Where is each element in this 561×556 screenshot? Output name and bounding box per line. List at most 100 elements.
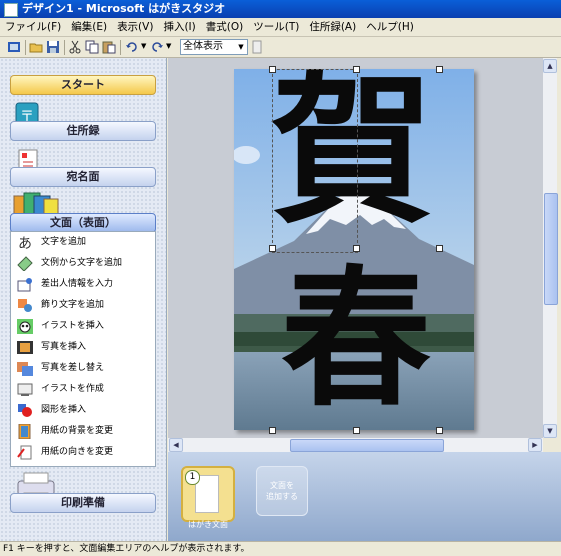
task-label: 用紙の背景を変更 [41,426,114,436]
task-insert-shape[interactable]: 図形を挿入 [11,400,155,421]
task-add-sample-text[interactable]: 文例から文字を追加 [11,253,155,274]
menu-tools[interactable]: ツール(T) [248,18,304,36]
vertical-scroll-thumb[interactable] [544,193,558,305]
task-label: 飾り文字を追加 [41,300,105,310]
resize-handle[interactable] [353,245,360,252]
add-page-button[interactable]: 文面を 追加する [256,466,308,516]
status-bar: F1 キーを押すと、文面編集エリアのヘルプが表示されます。 [0,541,561,556]
svg-text:あ: あ [18,236,32,250]
paste-icon[interactable] [102,40,116,54]
recipient-side-label: 宛名面 [66,170,100,183]
save-icon[interactable] [46,40,60,54]
add-page-label-1: 文面を [270,481,294,490]
text-sample-icon [17,256,33,271]
resize-handle[interactable] [353,427,360,434]
task-label: 差出人情報を入力 [41,279,114,289]
window-title: デザイン1 - Microsoft はがきスタジオ [22,2,226,15]
page-number-badge: 1 [185,470,200,485]
resize-handle[interactable] [269,245,276,252]
print-prep-button[interactable]: 印刷準備 [10,493,156,513]
page-thumbnail-strip: 1 はがき文面 文面を 追加する [168,452,561,541]
resize-handle[interactable] [269,66,276,73]
print-prep-label: 印刷準備 [61,496,105,509]
task-decorative-text[interactable]: 飾り文字を追加 [11,295,155,316]
resize-handle[interactable] [269,427,276,434]
new-document-icon[interactable] [7,40,21,54]
task-label: 文例から文字を追加 [41,258,123,268]
menu-file[interactable]: ファイル(F) [0,18,66,36]
panda-illustration-icon [17,319,33,334]
address-book-button[interactable]: 住所録 [10,121,156,141]
menu-view[interactable]: 表示(V) [112,18,158,36]
task-label: 文字を追加 [41,237,87,247]
menu-insert[interactable]: 挿入(I) [158,18,200,36]
page-view-icon[interactable] [250,40,264,54]
task-paper-background[interactable]: 用紙の背景を変更 [11,421,155,442]
open-folder-icon[interactable] [29,40,43,54]
decorative-text-icon [18,299,32,312]
address-book-label: 住所録 [66,124,100,137]
film-photo-icon [17,341,33,354]
menu-format[interactable]: 書式(O) [201,18,248,36]
add-page-label-2: 追加する [266,492,298,501]
scroll-right-icon[interactable]: ▶ [528,438,542,452]
resize-handle[interactable] [436,427,443,434]
chevron-down-icon[interactable]: ▼ [235,40,247,54]
recipient-side-button[interactable]: 宛名面 [10,167,156,187]
selection-box [272,69,358,253]
redo-icon[interactable] [150,40,164,54]
title-bar: デザイン1 - Microsoft はがきスタジオ [0,0,561,18]
task-label: 用紙の向きを変更 [41,447,114,457]
front-task-list: あ 文字を追加 文例から文字を追加 差出人情報を入力 飾り文字を追加 イラストを… [10,231,156,467]
scroll-left-icon[interactable]: ◀ [169,438,183,452]
resize-handle[interactable] [436,66,443,73]
start-label: スタート [61,78,105,91]
resize-handle[interactable] [436,245,443,252]
sender-info-icon [17,278,32,292]
front-side-button[interactable]: 文面（表面） [10,213,156,233]
copy-icon[interactable] [85,40,99,54]
task-paper-orientation[interactable]: 用紙の向きを変更 [11,442,155,463]
menu-address[interactable]: 住所録(A) [304,18,361,36]
undo-icon[interactable] [125,40,139,54]
task-insert-illustration[interactable]: イラストを挿入 [11,316,155,337]
create-illustration-icon [17,383,33,396]
task-label: 図形を挿入 [41,405,87,415]
scroll-up-icon[interactable]: ▲ [543,59,557,73]
shapes-icon [18,404,32,417]
menu-help[interactable]: ヘルプ(H) [361,18,419,36]
replace-photo-icon [17,362,33,376]
task-insert-photo[interactable]: 写真を挿入 [11,337,155,358]
menu-edit[interactable]: 編集(E) [66,18,112,36]
paper-background-icon [18,424,31,439]
paper-orientation-icon [17,445,32,460]
task-sender-info[interactable]: 差出人情報を入力 [11,274,155,295]
redo-dropdown-icon[interactable]: ▼ [166,42,171,50]
task-label: イラストを作成 [41,384,104,394]
task-label: イラストを挿入 [41,321,104,331]
status-text: F1 キーを押すと、文面編集エリアのヘルプが表示されます。 [3,544,250,554]
cut-icon[interactable] [68,40,82,54]
task-add-text[interactable]: あ 文字を追加 [11,232,155,253]
app-icon [4,3,18,17]
horizontal-scrollbar[interactable]: ◀ ▶ [168,438,543,452]
vertical-scrollbar[interactable]: ▲ ▼ [543,58,558,438]
task-replace-photo[interactable]: 写真を差し替え [11,358,155,379]
text-a-icon: あ [18,236,32,250]
page-thumbnail-label: はがき文面 [188,520,228,529]
menu-bar: ファイル(F) 編集(E) 表示(V) 挿入(I) 書式(O) ツール(T) 住所録(A) ヘ… [0,18,561,37]
front-side-label: 文面（表面） [50,216,116,229]
page-thumbnail[interactable]: 1 [181,466,235,522]
undo-dropdown-icon[interactable]: ▼ [141,42,146,50]
task-label: 写真を挿入 [41,342,87,352]
start-button[interactable]: スタート [10,75,156,95]
resize-handle[interactable] [353,66,360,73]
task-label: 写真を差し替え [41,363,105,373]
task-create-illustration[interactable]: イラストを作成 [11,379,155,400]
scroll-down-icon[interactable]: ▼ [543,424,557,438]
toolbar: ▼ ▼ 全体表示 ▼ [0,37,561,58]
zoom-value: 全体表示 [183,41,223,52]
horizontal-scroll-thumb[interactable] [290,439,444,452]
zoom-select[interactable]: 全体表示 ▼ [180,39,248,55]
greeting-char-haru[interactable]: 春 [281,251,431,427]
